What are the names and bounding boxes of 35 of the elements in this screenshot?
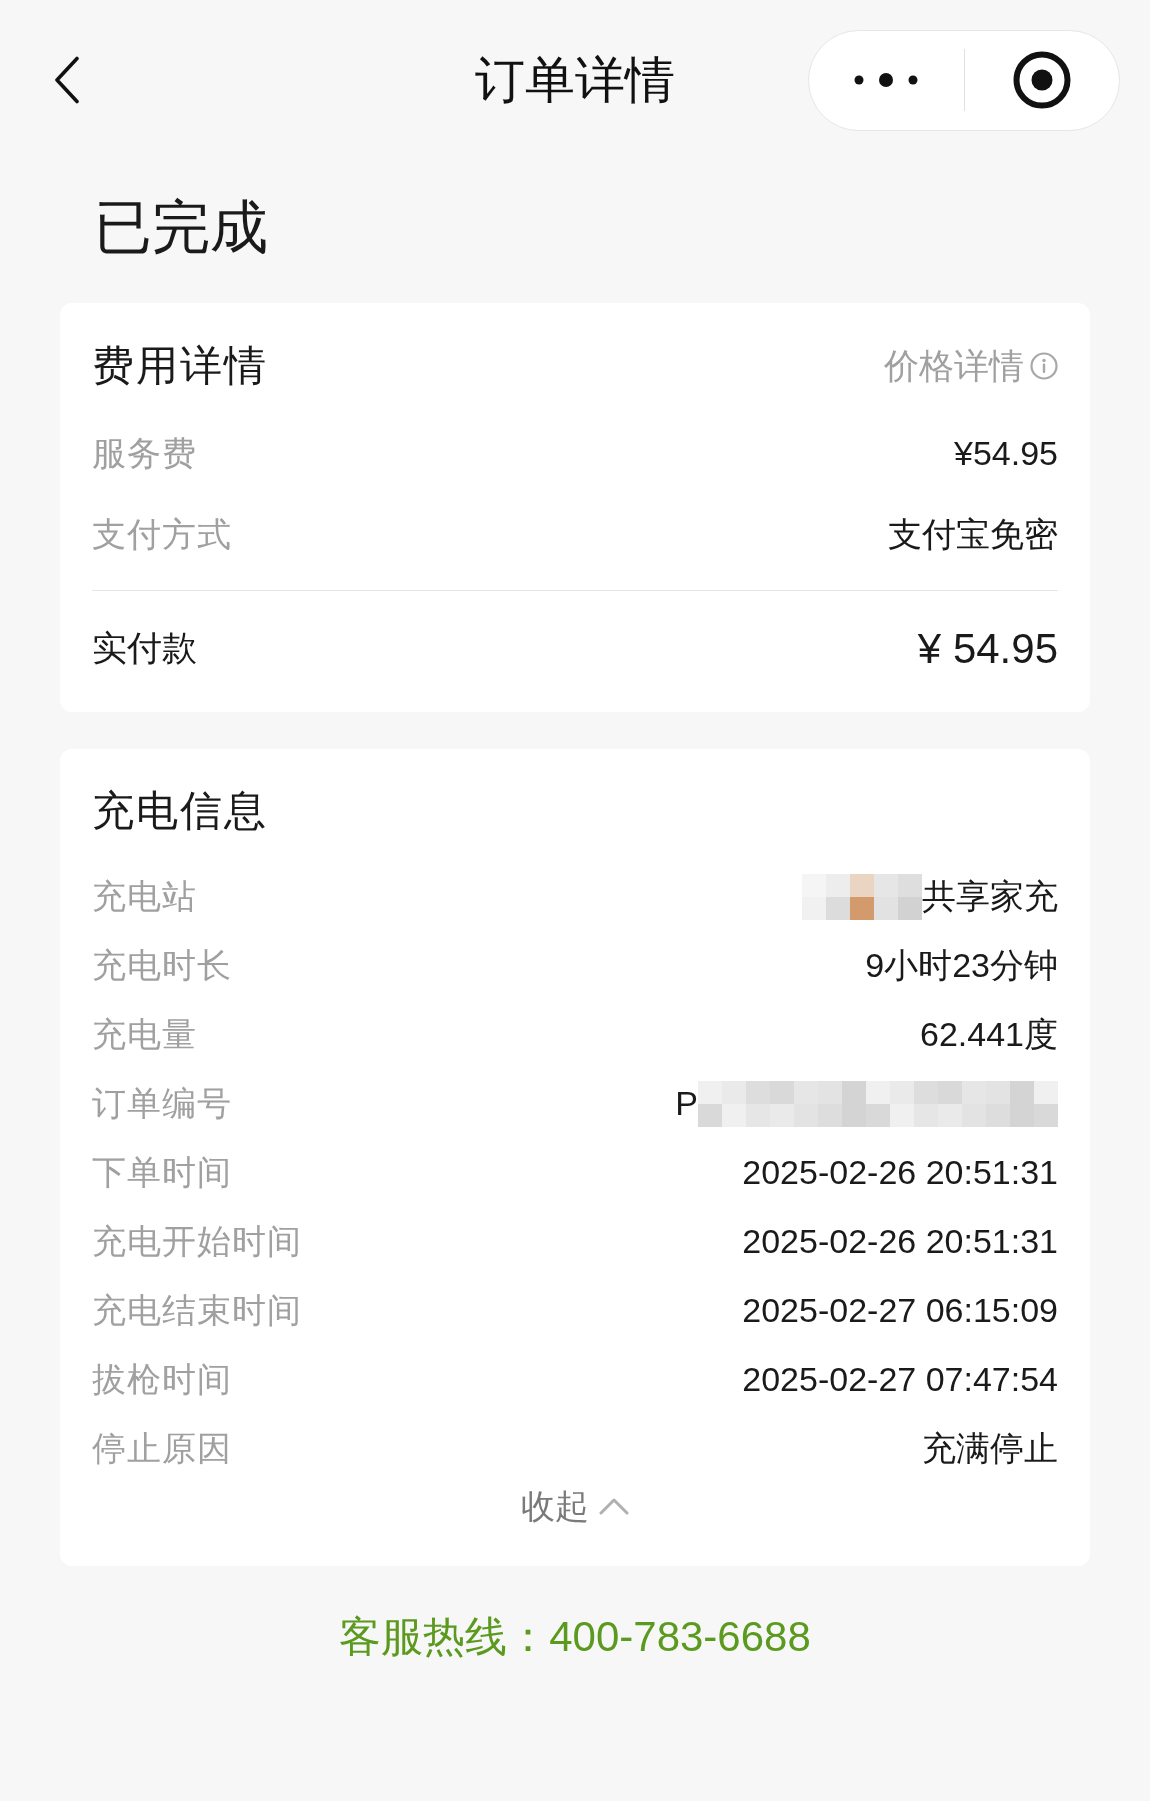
total-label: 实付款 (92, 626, 197, 669)
page-title: 订单详情 (475, 55, 675, 105)
row-value: 9小时23分钟 (865, 945, 1058, 986)
total-amount: ¥ 54.95 (917, 623, 1058, 674)
row-value: 共享家充 (922, 876, 1058, 917)
row-label: 服务费 (92, 433, 197, 474)
hotline-link[interactable]: 客服热线：400-783-6688 (339, 1612, 811, 1662)
row-label: 支付方式 (92, 514, 232, 555)
row-label: 停止原因 (92, 1428, 232, 1469)
order-status: 已完成 (94, 194, 268, 259)
row-value: 2025-02-26 20:51:31 (742, 1221, 1058, 1262)
back-icon (54, 56, 80, 104)
row-value: 62.441度 (920, 1014, 1058, 1055)
row-value: 充满停止 (922, 1428, 1058, 1469)
card-title: 充电信息 (92, 786, 268, 836)
row-value: 支付宝免密 (888, 514, 1058, 555)
card-title: 费用详情 (92, 341, 268, 391)
row-label: 充电站 (92, 876, 197, 917)
more-icon (854, 73, 919, 87)
ring-dot-icon (1012, 51, 1071, 109)
row-value: 2025-02-27 07:47:54 (742, 1359, 1058, 1400)
row-label: 拔枪时间 (92, 1359, 232, 1400)
row-label: 充电开始时间 (92, 1221, 302, 1262)
row-label: 充电时长 (92, 945, 232, 986)
row-value: 2025-02-27 06:15:09 (742, 1290, 1058, 1331)
info-icon (1030, 352, 1058, 380)
row-value: 2025-02-26 20:51:31 (742, 1152, 1058, 1193)
collapse-button[interactable]: 收起 (521, 1483, 629, 1529)
row-label: 订单编号 (92, 1083, 232, 1124)
row-label: 充电量 (92, 1014, 197, 1055)
row-label: 充电结束时间 (92, 1290, 302, 1331)
row-label: 下单时间 (92, 1152, 232, 1193)
row-value: ¥54.95 (954, 433, 1058, 474)
price-details-link[interactable]: 价格详情 (884, 341, 1058, 391)
row-value: P (675, 1083, 698, 1124)
